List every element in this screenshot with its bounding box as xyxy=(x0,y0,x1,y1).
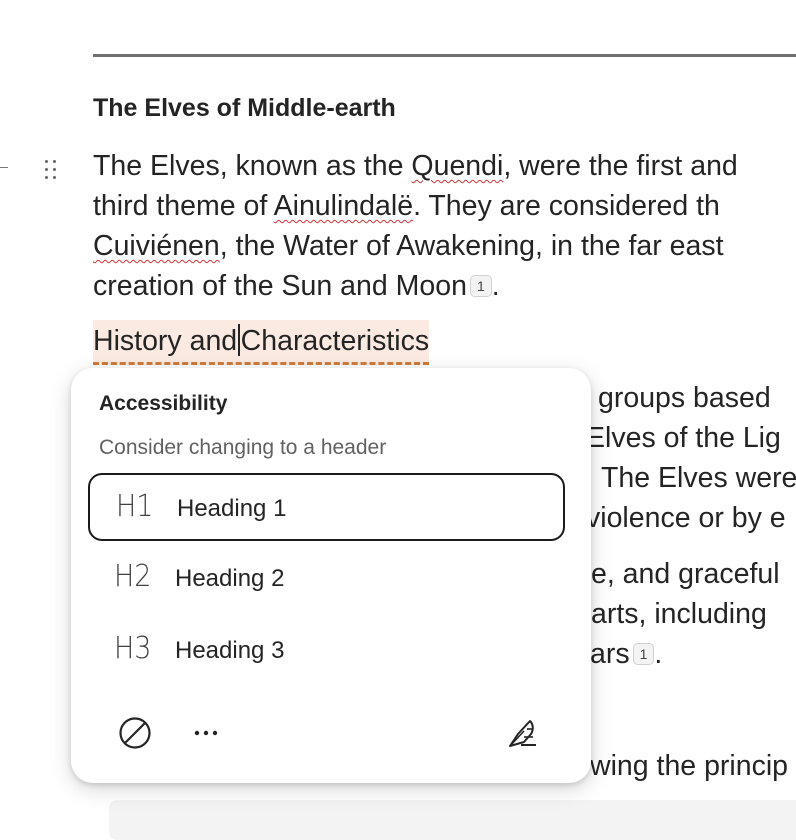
text-run: . xyxy=(654,638,663,670)
paragraph-fragment: groups based xyxy=(598,382,771,414)
code-block[interactable] xyxy=(109,800,796,840)
paragraph-fragment: ars 1. xyxy=(590,638,662,671)
text-run: . They are considered th xyxy=(413,190,720,222)
heading-2-option[interactable]: H2 Heading 2 xyxy=(88,545,565,613)
paragraph-line[interactable]: creation of the Sun and Moon 1. xyxy=(93,270,500,303)
text-run: . xyxy=(491,270,500,302)
misspelled-word[interactable]: Cuiviénen xyxy=(93,230,220,262)
misspelled-word[interactable]: Ainulindalë xyxy=(274,190,413,222)
margin-marker xyxy=(0,167,8,168)
text-run: , were the first and xyxy=(503,150,738,182)
more-options-icon[interactable] xyxy=(188,715,224,751)
paragraph-fragment: e, and graceful xyxy=(591,558,780,590)
text-run: History and xyxy=(93,325,238,357)
text-run: Characteristics xyxy=(240,325,430,357)
option-label: Heading 3 xyxy=(175,637,285,664)
misspelled-word[interactable]: Quendi xyxy=(411,150,503,182)
accessibility-popup: Accessibility Consider changing to a hea… xyxy=(71,368,591,783)
text-run: third theme of xyxy=(93,190,274,222)
text-run: The Elves, known as the xyxy=(93,150,412,182)
drag-handle-icon[interactable] xyxy=(44,159,58,181)
popup-footer xyxy=(71,710,591,760)
text-run: ars xyxy=(590,638,630,670)
heading-3-icon: H3 xyxy=(114,631,152,666)
paragraph-fragment: arts, including xyxy=(591,598,767,630)
paragraph-line[interactable]: The Elves, known as the Quendi, were the… xyxy=(93,150,738,183)
paragraph-fragment: wing the princip xyxy=(590,750,789,782)
horizontal-rule xyxy=(93,54,796,57)
text-cursor xyxy=(238,324,240,356)
citation-badge[interactable]: 1 xyxy=(632,643,655,665)
text-run: creation of the Sun and Moon xyxy=(93,270,467,302)
popup-subtitle: Consider changing to a header xyxy=(99,436,387,459)
heading-1-icon: H1 xyxy=(116,489,154,524)
option-label: Heading 1 xyxy=(177,495,287,522)
ignore-icon[interactable] xyxy=(117,715,153,751)
text-run: , the Water of Awakening, in the far eas… xyxy=(219,230,724,262)
heading-2-icon: H2 xyxy=(114,559,152,594)
paragraph-fragment: violence or by e xyxy=(586,502,786,534)
paragraph-fragment: The Elves were xyxy=(601,462,796,494)
heading-suggestion-text[interactable]: History and Characteristics xyxy=(93,320,430,365)
heading-3-option[interactable]: H3 Heading 3 xyxy=(88,617,565,685)
paragraph-line[interactable]: third theme of Ainulindalë. They are con… xyxy=(93,190,720,223)
option-label: Heading 2 xyxy=(175,565,285,592)
section-title: The Elves of Middle-earth xyxy=(93,94,396,122)
citation-badge[interactable]: 1 xyxy=(469,275,492,297)
paragraph-fragment: Elves of the Lig xyxy=(586,422,781,454)
heading-1-option[interactable]: H1 Heading 1 xyxy=(88,473,565,541)
popup-title: Accessibility xyxy=(99,392,228,415)
feedback-quill-icon[interactable] xyxy=(504,715,540,751)
paragraph-line[interactable]: Cuiviénen, the Water of Awakening, in th… xyxy=(93,230,724,263)
